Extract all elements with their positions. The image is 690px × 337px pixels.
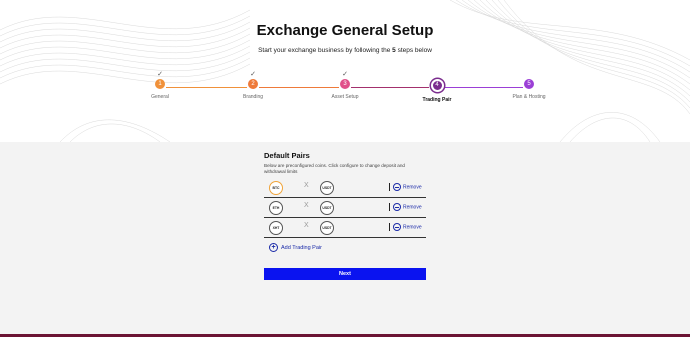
step-label: Plan & Hosting	[512, 94, 546, 100]
step-label: Trading Pair	[422, 97, 452, 103]
step-asset-setup[interactable]: ✓ 3 Asset Setup	[305, 70, 385, 100]
pair-separator: X	[304, 222, 309, 229]
base-coin-icon: XHT	[269, 221, 283, 235]
header-section: Exchange General Setup Start your exchan…	[0, 0, 690, 142]
base-coin-icon: BTC	[269, 181, 283, 195]
step-check-icon: ✓	[250, 71, 256, 78]
step-number-badge: 2	[248, 79, 258, 89]
setup-stepper: ✓ 1 General ✓ 2 Branding ✓ 3 Asset Setup…	[0, 70, 690, 110]
quote-coin-icon: USDT	[320, 221, 334, 235]
add-trading-pair-button[interactable]: + Add Trading Pair	[269, 243, 322, 252]
page-title: Exchange General Setup	[256, 22, 434, 39]
base-coin-icon: ETH	[269, 201, 283, 215]
step-number-badge: 4	[430, 79, 444, 92]
card-title: Default Pairs	[264, 151, 310, 160]
step-label: Branding	[242, 94, 263, 100]
minus-circle-icon	[393, 203, 401, 211]
step-trading-pair[interactable]: 4 Trading Pair	[397, 70, 477, 103]
remove-label: Remove	[403, 224, 422, 231]
step-number-badge: 5	[524, 79, 534, 89]
step-number-badge: 1	[155, 79, 165, 89]
quote-coin-icon: USDT	[320, 181, 334, 195]
step-branding[interactable]: ✓ 2 Branding	[213, 70, 293, 100]
divider	[389, 203, 390, 211]
subtitle-suffix: steps below	[395, 47, 432, 54]
step-number-badge: 3	[340, 79, 350, 89]
step-check-placeholder	[489, 70, 569, 79]
step-label: Asset Setup	[331, 94, 359, 100]
pair-row: ETH X USDT Remove	[264, 198, 426, 218]
plus-circle-icon: +	[269, 243, 278, 252]
add-trading-pair-label: Add Trading Pair	[281, 244, 322, 251]
step-check-icon: ✓	[157, 71, 163, 78]
remove-label: Remove	[403, 184, 422, 191]
pairs-list: BTC X USDT Remove ETH X USDT Remove XHT …	[264, 178, 426, 238]
default-pairs-card: Default Pairs Below are preconfigured co…	[264, 148, 426, 252]
remove-pair-button[interactable]: Remove	[393, 223, 422, 231]
step-check-icon: ✓	[342, 71, 348, 78]
step-plan-hosting[interactable]: 5 Plan & Hosting	[489, 70, 569, 100]
card-description: Below are preconfigured coins. Click con…	[264, 163, 405, 174]
step-check-placeholder	[397, 70, 477, 79]
remove-pair-button[interactable]: Remove	[393, 183, 422, 191]
divider	[389, 183, 390, 191]
step-label: General	[151, 94, 169, 100]
subtitle-prefix: Start your exchange business by followin…	[258, 47, 393, 54]
pair-row: XHT X USDT Remove	[264, 218, 426, 238]
minus-circle-icon	[393, 183, 401, 191]
step-general[interactable]: ✓ 1 General	[120, 70, 200, 100]
minus-circle-icon	[393, 223, 401, 231]
remove-pair-button[interactable]: Remove	[393, 203, 422, 211]
remove-label: Remove	[403, 204, 422, 211]
quote-coin-icon: USDT	[320, 201, 334, 215]
page-subtitle: Start your exchange business by followin…	[0, 47, 690, 54]
pair-separator: X	[304, 182, 309, 189]
divider	[389, 223, 390, 231]
pair-row: BTC X USDT Remove	[264, 178, 426, 198]
pair-separator: X	[304, 202, 309, 209]
next-button[interactable]: Next	[264, 268, 426, 280]
